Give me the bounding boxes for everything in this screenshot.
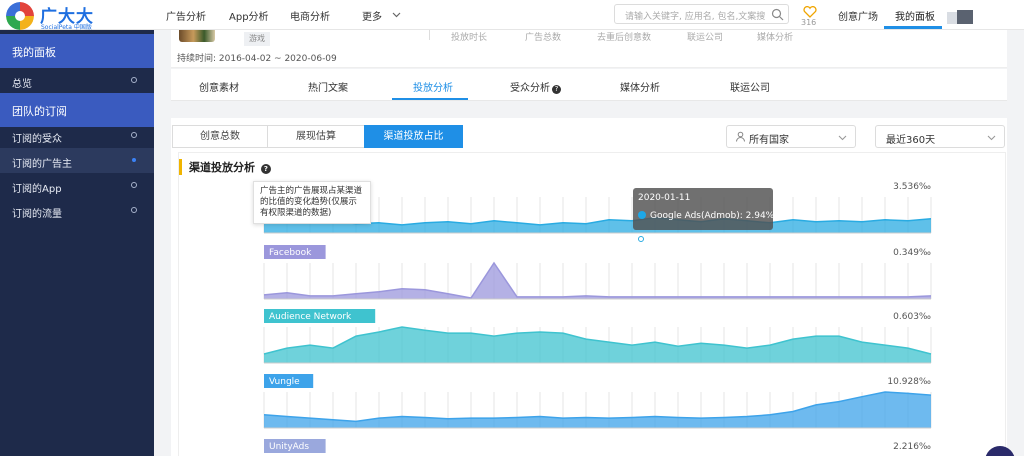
tab-hot-copy[interactable]: 热门文案 xyxy=(308,79,348,94)
chevron-down-icon[interactable] xyxy=(392,10,401,19)
creative-square-link[interactable]: 创意广场 xyxy=(838,8,878,23)
search-input[interactable]: 请输入关键字, 应用名, 包名,文案搜 xyxy=(614,4,789,24)
series-area[interactable] xyxy=(264,327,931,363)
circle-icon xyxy=(132,158,136,162)
tooltip-date: 2020-01-11 xyxy=(638,193,691,203)
series-max-label: 0.603‰ xyxy=(893,312,931,322)
hover-marker xyxy=(638,236,644,242)
category-tag: 游戏 xyxy=(244,32,270,46)
sidebar: 我的面板 总览 团队的订阅 订阅的受众 订阅的广告主 订阅的App 订阅的流量 xyxy=(0,30,154,456)
stat-head-media: 媒体分析 xyxy=(757,33,794,43)
series-dot xyxy=(638,211,646,219)
sidebar-item-label: 订阅的受众 xyxy=(12,134,62,145)
sidebar-item-label: 订阅的App xyxy=(12,184,62,195)
nav-app-analysis[interactable]: App分析 xyxy=(229,8,269,23)
sidebar-item-advertiser[interactable]: 订阅的广告主 xyxy=(0,148,154,173)
help-icon[interactable]: ? xyxy=(552,85,561,94)
sidebar-item-label: 总览 xyxy=(12,79,32,90)
tab-delivery-analysis[interactable]: 投放分析 xyxy=(413,79,453,94)
divider xyxy=(429,30,430,40)
avatar[interactable] xyxy=(947,10,973,24)
sidebar-item-overview[interactable]: 总览 xyxy=(0,68,154,93)
stat-head-creatives: 去重后创意数 xyxy=(597,33,652,43)
subtab-creative-total[interactable]: 创意总数 xyxy=(172,125,268,148)
series-max-label: 2.216‰ xyxy=(893,442,931,452)
sidebar-group-team-subscriptions[interactable]: 团队的订阅 xyxy=(0,93,154,127)
active-nav-underline xyxy=(884,26,942,29)
tab-partner[interactable]: 联运公司 xyxy=(730,79,770,94)
duration-text: 持续时间: 2016-04-02 ~ 2020-06-09 xyxy=(177,54,337,64)
help-tooltip: 广告主的广告展现占某渠道的比值的变化趋势(仅展示有权限渠道的数据) xyxy=(253,181,371,224)
sidebar-item-traffic[interactable]: 订阅的流量 xyxy=(0,198,154,223)
logo[interactable]: 广大大 SocialPeta 中国版 xyxy=(6,2,154,31)
tooltip-row: Google Ads(Admob): 2.94‰ xyxy=(638,211,778,221)
main-tabs: 创意素材 热门文案 投放分析 受众分析? 媒体分析 联运公司 xyxy=(171,69,1007,101)
analysis-panel: 创意总数 展现估算 渠道投放占比 所有国家 最近360天 渠道投放分析 ? 3.… xyxy=(171,118,1007,456)
series-area[interactable] xyxy=(264,392,931,428)
sidebar-group-my-dashboard[interactable]: 我的面板 xyxy=(0,34,154,68)
logo-icon xyxy=(6,2,34,30)
tab-label: 受众分析 xyxy=(510,83,550,94)
nav-ad-analysis[interactable]: 广告分析 xyxy=(166,8,206,23)
series-max-label: 0.349‰ xyxy=(893,248,931,258)
active-tab-underline xyxy=(392,98,468,100)
stat-head-partner: 联运公司 xyxy=(687,33,724,43)
nav-more[interactable]: 更多 xyxy=(362,8,382,23)
channel-chart-box: 渠道投放分析 ? 3.536‰ Facebook 0.349‰ Audience Ne… xyxy=(178,152,1006,456)
date-range-select[interactable]: 最近360天 xyxy=(875,125,1005,148)
tab-audience-analysis[interactable]: 受众分析? xyxy=(510,79,561,94)
series-label: UnityAds xyxy=(269,442,309,452)
country-select[interactable]: 所有国家 xyxy=(726,125,856,148)
avatar-icon xyxy=(947,10,973,24)
circle-icon xyxy=(131,182,137,188)
circle-icon xyxy=(131,207,137,213)
subtab-impression-estimate[interactable]: 展现估算 xyxy=(267,125,365,148)
series-line xyxy=(263,261,932,299)
tab-creatives[interactable]: 创意素材 xyxy=(199,79,239,94)
favorites-count: 316 xyxy=(801,18,817,27)
country-value: 所有国家 xyxy=(749,135,789,146)
tooltip-series: Google Ads(Admob) xyxy=(650,211,740,221)
chevron-down-icon xyxy=(987,135,996,141)
series-max-label: 10.928‰ xyxy=(887,377,931,387)
heart-icon[interactable] xyxy=(803,6,817,18)
advertiser-info-card: 游戏 持续时间: 2016-04-02 ~ 2020-06-09 投放时长 广告… xyxy=(171,30,1007,68)
sidebar-item-audience[interactable]: 订阅的受众 xyxy=(0,123,154,148)
date-range-value: 最近360天 xyxy=(886,135,936,146)
sidebar-item-label: 订阅的广告主 xyxy=(12,159,72,170)
chevron-down-icon xyxy=(838,135,847,141)
stat-head-ad-count: 广告总数 xyxy=(525,33,562,43)
series-label: Facebook xyxy=(269,248,312,258)
top-bar: 广大大 SocialPeta 中国版 广告分析 App分析 电商分析 更多 请输… xyxy=(0,0,1024,31)
nav-ecommerce-analysis[interactable]: 电商分析 xyxy=(290,8,330,23)
data-tooltip: 2020-01-11 Google Ads(Admob): 2.94‰ xyxy=(633,188,778,230)
tooltip-value: 2.94‰ xyxy=(745,211,778,221)
advertiser-thumbnail xyxy=(179,30,215,42)
sidebar-item-label: 订阅的流量 xyxy=(12,209,62,220)
subtab-channel-share[interactable]: 渠道投放占比 xyxy=(364,125,463,148)
stat-head-duration: 投放时长 xyxy=(451,33,488,43)
my-dashboard-link[interactable]: 我的面板 xyxy=(895,8,935,23)
series-label: Vungle xyxy=(269,377,300,387)
circle-icon xyxy=(131,132,137,138)
series-max-label: 3.536‰ xyxy=(893,182,931,192)
search-icon[interactable] xyxy=(771,8,784,21)
person-icon xyxy=(736,131,745,142)
sidebar-item-app[interactable]: 订阅的App xyxy=(0,173,154,198)
circle-icon xyxy=(131,77,137,83)
tab-media-analysis[interactable]: 媒体分析 xyxy=(620,79,660,94)
series-label: Audience Network xyxy=(269,312,352,322)
search-placeholder: 请输入关键字, 应用名, 包名,文案搜 xyxy=(625,12,766,22)
